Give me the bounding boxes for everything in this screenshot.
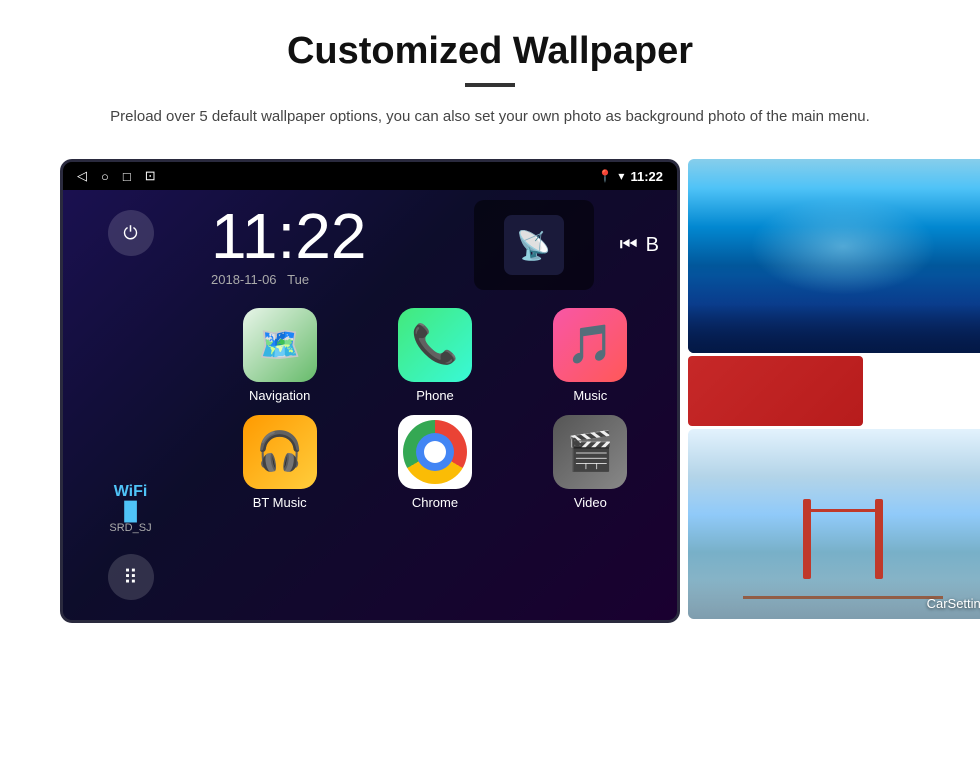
android-screen: ⏻ WiFi ▐▌ SRD_SJ ⠿ 11:2 <box>63 190 677 620</box>
page-subtitle: Preload over 5 default wallpaper options… <box>60 105 920 129</box>
wifi-ssid: SRD_SJ <box>109 522 151 534</box>
app-item-music[interactable]: 🎵 Music <box>519 308 662 403</box>
navigation-icon: 🗺️ <box>243 308 317 382</box>
wallpaper-red-building[interactable] <box>688 356 863 426</box>
main-content: 11:22 2018-11-06 Tue 📡 <box>198 190 677 620</box>
wallpaper-ice-cave[interactable] <box>688 159 980 353</box>
wifi-icon: ▾ <box>618 169 624 183</box>
chrome-label: Chrome <box>412 495 458 510</box>
cast-icon: 📡 <box>516 229 551 262</box>
nav-map-overlay: 🗺️ <box>243 308 317 382</box>
status-bar-right: 📍 ▾ 11:22 <box>597 169 663 184</box>
clock-area: 11:22 2018-11-06 Tue 📡 <box>203 200 667 290</box>
video-label: Video <box>574 495 607 510</box>
wifi-bars-icon: ▐▌ <box>109 501 151 522</box>
power-button[interactable]: ⏻ <box>108 210 154 256</box>
media-controls: ⏮ B <box>620 234 659 257</box>
page-title: Customized Wallpaper <box>60 30 920 73</box>
status-time: 11:22 <box>630 169 663 184</box>
content-area: 📍 ▾ 11:22 ⏻ WiFi ▐▌ SRD_SJ <box>60 159 920 623</box>
bt-music-label: BT Music <box>253 495 307 510</box>
phone-icon: 📞 <box>398 308 472 382</box>
navigation-label: Navigation <box>249 388 310 403</box>
wallpaper-thumbnails: CarSetting <box>688 159 980 619</box>
app-item-bt-music[interactable]: 🎧 BT Music <box>208 415 351 510</box>
next-track-icon[interactable]: B <box>646 234 659 257</box>
music-label: Music <box>573 388 607 403</box>
media-widget: 📡 <box>474 200 594 290</box>
clock-date: 2018-11-06 Tue <box>211 272 458 287</box>
app-item-chrome[interactable]: Chrome <box>363 415 506 510</box>
screenshot-icon[interactable] <box>145 168 156 184</box>
wallpaper-row-mid <box>688 356 980 426</box>
phone-label: Phone <box>416 388 454 403</box>
app-item-video[interactable]: 🎬 Video <box>519 415 662 510</box>
wifi-info: WiFi ▐▌ SRD_SJ <box>109 483 151 534</box>
carsetting-label: CarSetting <box>927 596 980 611</box>
wallpaper-bridge[interactable]: CarSetting <box>688 429 980 619</box>
prev-track-icon[interactable]: ⏮ <box>620 234 638 257</box>
back-nav-icon[interactable] <box>77 168 87 184</box>
title-divider <box>465 83 515 87</box>
app-grid: 🗺️ Navigation 📞 Phone <box>203 308 667 510</box>
app-item-navigation[interactable]: 🗺️ Navigation <box>208 308 351 403</box>
sidebar-left: ⏻ WiFi ▐▌ SRD_SJ ⠿ <box>63 190 198 620</box>
clock-display: 11:22 <box>211 204 458 268</box>
wifi-label: WiFi <box>109 483 151 501</box>
music-icon: 🎵 <box>553 308 627 382</box>
sidebar-mid: WiFi ▐▌ SRD_SJ <box>109 276 151 534</box>
chrome-icon <box>398 415 472 489</box>
bt-music-icon: 🎧 <box>243 415 317 489</box>
home-nav-icon[interactable] <box>101 169 109 184</box>
apps-drawer-button[interactable]: ⠿ <box>108 554 154 600</box>
recent-nav-icon[interactable] <box>123 169 131 184</box>
location-icon: 📍 <box>597 169 612 183</box>
media-icon: 📡 <box>504 215 564 275</box>
status-bar-left <box>77 168 156 184</box>
clock-section: 11:22 2018-11-06 Tue <box>211 204 458 287</box>
status-bar: 📍 ▾ 11:22 <box>63 162 677 190</box>
device-frame: 📍 ▾ 11:22 ⏻ WiFi ▐▌ SRD_SJ <box>60 159 680 623</box>
app-item-phone[interactable]: 📞 Phone <box>363 308 506 403</box>
video-icon: 🎬 <box>553 415 627 489</box>
